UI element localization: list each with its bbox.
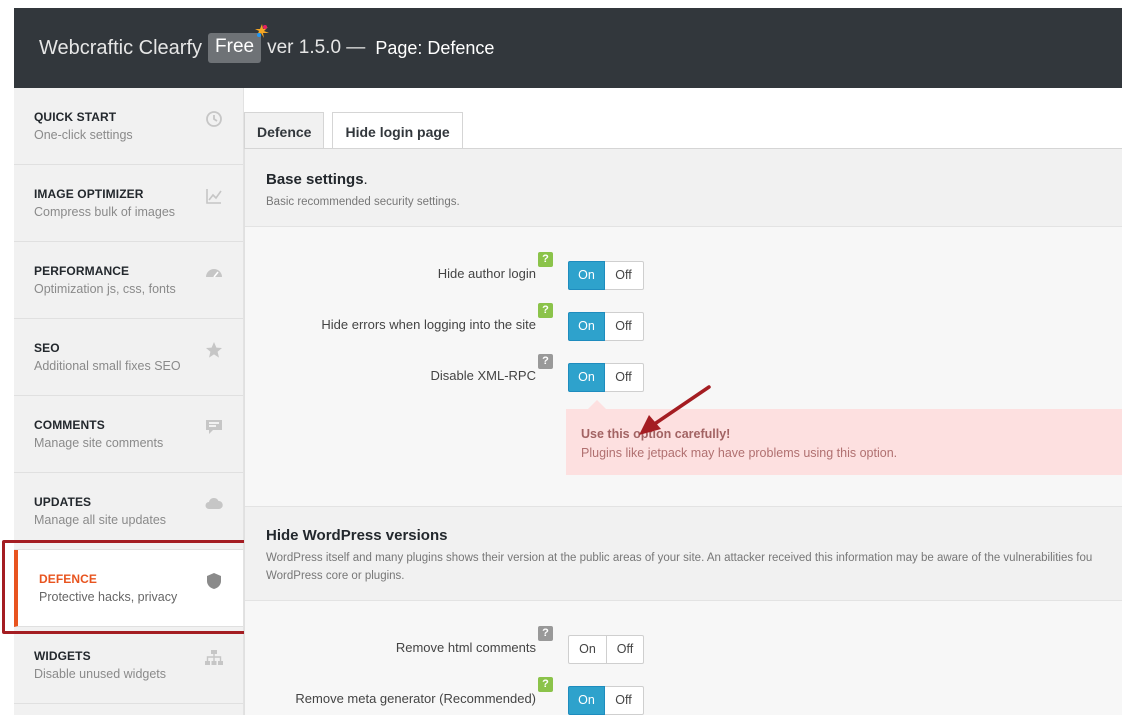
sidebar-item-title: DEFENCE — [39, 572, 98, 586]
section-title: Hide WordPress versions — [266, 527, 448, 544]
sidebar-item-quick-start[interactable]: QUICK START One-click settings — [14, 88, 243, 165]
sidebar-item-subtitle: Manage all site updates — [34, 513, 167, 527]
toggle-on-button[interactable]: On — [568, 686, 605, 715]
setting-label: Remove meta generator (Recommended) — [295, 691, 536, 706]
sidebar-item-title: SEO — [34, 341, 60, 355]
toggle-off-button[interactable]: Off — [605, 262, 642, 289]
section-title: Base settings. — [266, 171, 1122, 188]
sidebar-item-subtitle: Compress bulk of images — [34, 205, 176, 219]
toggle-on-button[interactable]: On — [569, 636, 606, 663]
section-base-settings: Base settings. Basic recommended securit… — [245, 149, 1122, 227]
cloud-icon — [205, 497, 223, 509]
clock-icon — [206, 111, 222, 127]
version-text: ver 1.5.0 — — [267, 37, 366, 58]
help-icon[interactable]: ? — [538, 354, 553, 369]
sidebar-item-subtitle: Protective hacks, privacy — [39, 590, 178, 604]
help-icon[interactable]: ? — [538, 303, 553, 318]
toggle-off-button[interactable]: Off — [605, 687, 642, 714]
setting-row-remove-meta-generator: Remove meta generator (Recommended) ? On… — [245, 677, 1122, 717]
sitemap-icon — [205, 650, 223, 665]
sidebar-item-subtitle: Additional small fixes SEO — [34, 359, 181, 373]
tab-defence[interactable]: Defence — [244, 112, 325, 149]
page-title: Page: Defence — [375, 37, 495, 58]
tab-hide-login-page[interactable]: Hide login page — [332, 112, 463, 149]
sidebar-item-defence[interactable]: DEFENCE Protective hacks, privacy — [14, 550, 243, 627]
chart-icon — [206, 189, 222, 204]
sidebar-item-subtitle: Optimization js, css, fonts — [34, 282, 176, 296]
help-icon[interactable]: ? — [538, 626, 553, 641]
toggle-switch: On Off — [568, 686, 644, 715]
tab-bar: Defence Hide login page — [244, 112, 471, 149]
sidebar-item-updates[interactable]: UPDATES Manage all site updates — [14, 473, 243, 550]
app-header: Webcraftic Clearfy Free ver 1.5.0 — Page… — [14, 8, 1122, 88]
setting-label: Remove html comments — [395, 640, 536, 655]
sidebar-item-widgets[interactable]: WIDGETS Disable unused widgets — [14, 627, 243, 704]
sidebar-item-seo[interactable]: SEO Additional small fixes SEO — [14, 319, 243, 396]
toggle-on-button[interactable]: On — [568, 363, 605, 392]
annotation-arrow-icon — [639, 385, 711, 435]
setting-label: Hide author login — [437, 266, 536, 281]
setting-label: Hide errors when logging into the site — [321, 317, 536, 332]
brand-name: Webcraftic Clearfy — [39, 36, 203, 59]
toggle-switch: On Off — [568, 261, 644, 290]
sidebar-item-image-optimizer[interactable]: IMAGE OPTIMIZER Compress bulk of images — [14, 165, 243, 242]
help-icon[interactable]: ? — [538, 252, 553, 267]
free-badge: Free — [208, 24, 270, 63]
toggle-off-button[interactable]: Off — [605, 313, 642, 340]
section-title-text: Base settings — [266, 171, 364, 188]
toggle-on-button[interactable]: On — [568, 312, 605, 341]
sidebar-item-title: COMMENTS — [34, 418, 105, 432]
warning-text: Plugins like jetpack may have problems u… — [581, 446, 898, 460]
setting-row-hide-author-login: Hide author login ? On Off — [245, 252, 1122, 292]
section-description: WordPress itself and many plugins shows … — [266, 552, 1093, 582]
settings-panel: Base settings. Basic recommended securit… — [244, 149, 1122, 715]
setting-label: Disable XML-RPC — [430, 368, 536, 383]
dashboard-icon — [206, 269, 222, 278]
comment-icon — [206, 420, 222, 434]
sidebar-item-title: PERFORMANCE — [34, 264, 130, 278]
sidebar-item-subtitle: Manage site comments — [34, 436, 164, 450]
sidebar-item-comments[interactable]: COMMENTS Manage site comments — [14, 396, 243, 473]
sidebar-item-title: QUICK START — [34, 110, 117, 124]
section-hide-wp-versions: Hide WordPress versions WordPress itself… — [245, 506, 1122, 601]
shield-icon — [207, 573, 221, 589]
star-icon — [206, 342, 222, 358]
toggle-switch: On Off — [568, 312, 644, 341]
setting-row-remove-html-comments: Remove html comments ? On Off — [245, 626, 1122, 666]
toggle-on-button[interactable]: On — [568, 261, 605, 290]
sidebar-item-subtitle: Disable unused widgets — [34, 667, 167, 681]
setting-row-hide-errors: Hide errors when logging into the site ?… — [245, 303, 1122, 343]
free-badge-label: Free — [215, 36, 255, 57]
sidebar-item-title: UPDATES — [34, 495, 92, 509]
sidebar-item-subtitle: One-click settings — [34, 128, 133, 142]
sidebar: QUICK START One-click settings IMAGE OPT… — [14, 88, 244, 715]
toggle-switch: On Off — [568, 635, 644, 664]
sparkle-icon — [255, 24, 270, 38]
main-content: Defence Hide login page Base settings. B… — [244, 88, 1122, 715]
sidebar-item-title: WIDGETS — [34, 649, 91, 663]
help-icon[interactable]: ? — [538, 677, 553, 692]
toggle-off-button[interactable]: Off — [606, 636, 643, 663]
section-description: Basic recommended security settings. — [266, 196, 460, 208]
section-title-suffix: . — [363, 171, 368, 188]
sidebar-item-title: IMAGE OPTIMIZER — [34, 187, 144, 201]
sidebar-item-performance[interactable]: PERFORMANCE Optimization js, css, fonts — [14, 242, 243, 319]
